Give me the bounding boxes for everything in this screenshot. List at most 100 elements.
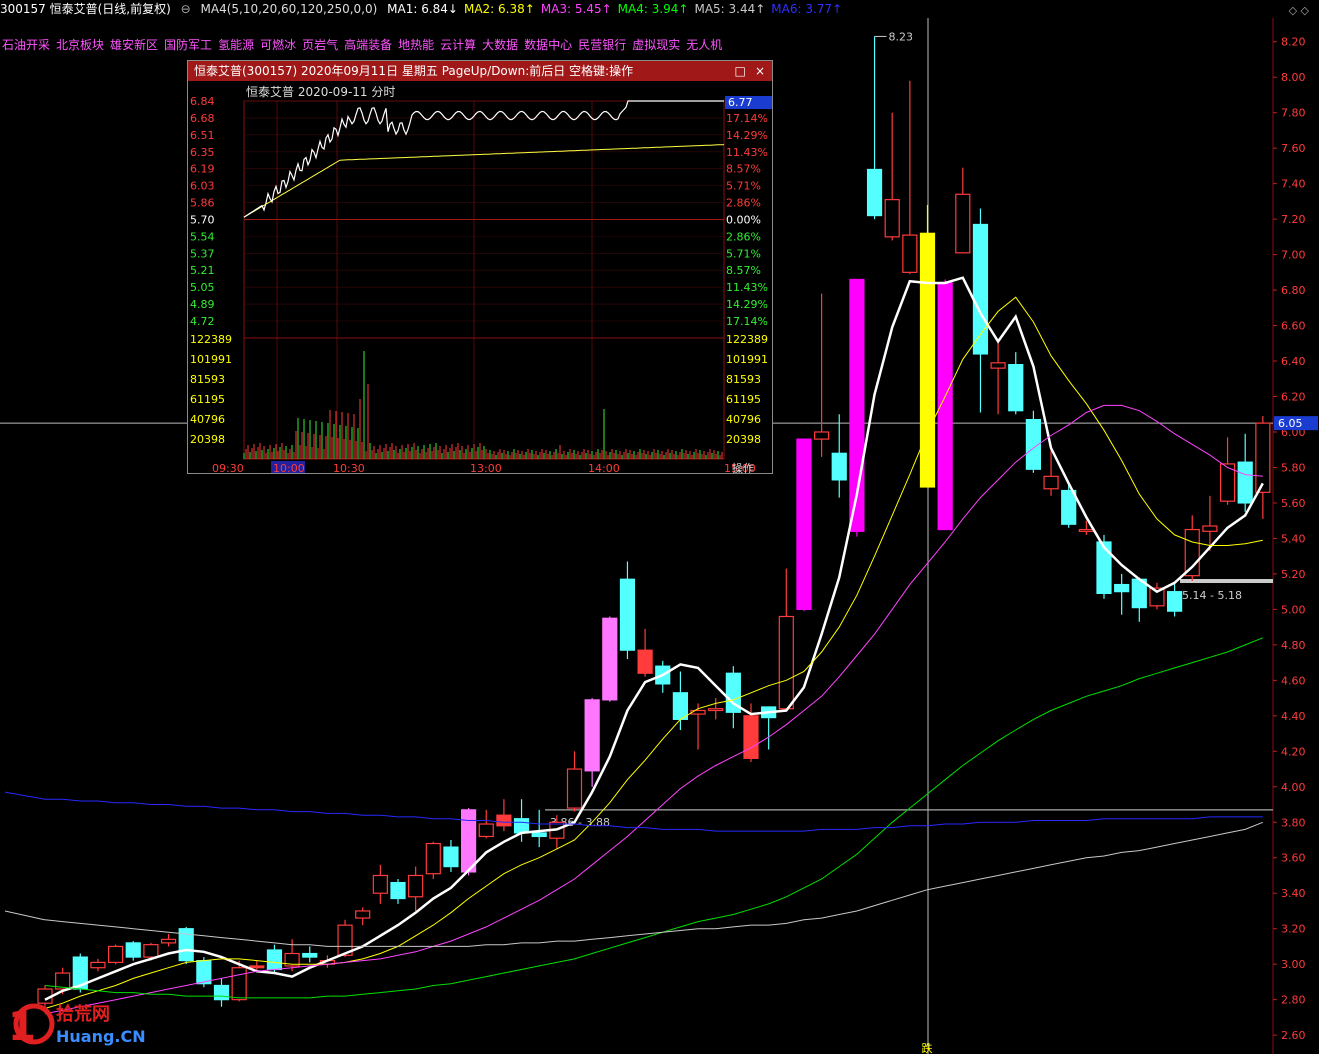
candle-body (531, 832, 547, 838)
y-tick-label: 6.20 (1281, 391, 1306, 404)
ma-line-ma6-head (4, 791, 46, 800)
popup-time-label: 10:30 (333, 462, 365, 473)
top-info-bar: 300157 恒泰艾普(日线,前复权) ⊖ MA4(5,10,20,60,120… (0, 0, 1319, 18)
y-tick-label: 2.80 (1281, 994, 1306, 1007)
y-tick-label: 7.80 (1281, 107, 1306, 120)
y-tick-label: 3.00 (1281, 958, 1306, 971)
candle-body (919, 232, 936, 488)
candle-body (443, 846, 459, 868)
candle-body (584, 699, 600, 772)
popup-price-label: 5.54 (190, 230, 215, 243)
stock-title: 300157 恒泰艾普(日线,前复权) (0, 2, 171, 16)
y-tick-label: 2.60 (1281, 1029, 1306, 1042)
candle (1219, 437, 1236, 505)
popup-price-label: 5.86 (190, 197, 215, 210)
candle (690, 703, 706, 750)
candle-body (778, 615, 794, 710)
candle (672, 671, 689, 731)
popup-price-line (243, 100, 724, 218)
y-tick-label: 3.20 (1281, 923, 1306, 936)
candle (213, 978, 230, 1007)
candle (937, 279, 953, 531)
candle-body (266, 949, 283, 971)
popup-vol-label-right: 101991 (726, 353, 768, 366)
ma-value-1: MA1: 6.84↓ (387, 2, 458, 16)
candle-body (125, 942, 141, 958)
candle-body (302, 952, 318, 958)
popup-pct-label: 0.00% (726, 213, 761, 226)
candle (990, 339, 1006, 415)
candle (866, 36, 883, 220)
popup-vol-label-right: 40796 (726, 413, 761, 426)
bottom-mark: 跌 (922, 1041, 933, 1054)
candle-body (619, 578, 636, 651)
svg-text:拾荒网: 拾荒网 (56, 1003, 110, 1025)
candle-body (813, 431, 830, 440)
candle (884, 112, 900, 241)
ma-values: MA1: 6.84↓ MA2: 6.38↑ MA3: 5.45↑ MA4: 3.94↑… (387, 2, 848, 16)
collapse-icon[interactable]: ⊖ (181, 2, 191, 16)
candle-body (566, 768, 583, 809)
y-tick-label: 5.40 (1281, 532, 1306, 545)
candle-body (866, 168, 883, 217)
ma-value-2: MA2: 6.38↑ (463, 2, 535, 16)
ma-line-ma5 (44, 821, 1263, 947)
candle (160, 934, 177, 947)
candle (531, 809, 547, 848)
candle (443, 840, 459, 872)
candle-body (107, 945, 124, 963)
candle-body (637, 649, 653, 674)
ma-line-ma6 (45, 798, 1263, 832)
high-label: 8.23 (889, 30, 914, 43)
candle (584, 698, 600, 787)
candle-body (1114, 583, 1130, 593)
popup-title-bar[interactable]: 恒泰艾普(300157) 2020年09月11日 星期五 PageUp/Down… (188, 61, 772, 81)
popup-op-label: 操作 (732, 461, 754, 473)
candle (390, 879, 406, 904)
candle-body (1184, 528, 1200, 577)
popup-vol-label: 20398 (190, 433, 225, 446)
candle-body (160, 938, 177, 944)
popup-time-label: 10:00 (273, 462, 305, 473)
popup-vol-label: 81593 (190, 373, 225, 386)
popup-pct-label: 14.29% (726, 298, 768, 311)
current-price-label: 6.05 (1278, 417, 1303, 430)
popup-vol-label-right: 122389 (726, 333, 768, 346)
ma-line-ma5-head (4, 910, 46, 921)
popup-vol-label-right: 81593 (726, 373, 761, 386)
candle (478, 809, 494, 839)
ma-value-4: MA4: 3.94↑ (617, 2, 689, 16)
popup-pct-label: 11.43% (726, 281, 768, 294)
candle-body (231, 967, 247, 1001)
ma-param-label[interactable]: MA4(5,10,20,60,120,250,0,0) (201, 2, 378, 16)
maximize-icon[interactable]: □ (732, 61, 748, 81)
popup-pct-label: 5.71% (726, 247, 761, 260)
candle-body (143, 944, 159, 958)
candle (178, 926, 194, 965)
y-tick-label: 4.80 (1281, 639, 1306, 652)
popup-current-label: 6.77 (728, 96, 753, 109)
ma-value-6: MA6: 3.77↑ (771, 2, 843, 16)
candle (637, 628, 653, 677)
candle-body (602, 617, 618, 701)
y-tick-label: 8.00 (1281, 71, 1306, 84)
range-line-2 (1180, 579, 1273, 584)
y-tick-label: 7.00 (1281, 249, 1306, 262)
popup-vol-label: 61195 (190, 393, 225, 406)
popup-price-label: 4.89 (190, 298, 215, 311)
y-tick-label: 3.60 (1281, 852, 1306, 865)
candle-body (425, 842, 441, 875)
candle-body (478, 823, 494, 838)
candle-body (902, 234, 918, 273)
intraday-popup[interactable]: 恒泰艾普(300157) 2020年09月11日 星期五 PageUp/Down… (187, 60, 773, 474)
popup-price-label: 4.72 (190, 315, 215, 328)
popup-price-label: 6.03 (190, 180, 215, 193)
y-tick-label: 6.80 (1281, 284, 1306, 297)
candle-body (955, 193, 971, 254)
candle (566, 751, 583, 812)
close-icon[interactable]: × (752, 61, 768, 81)
y-tick-label: 5.60 (1281, 497, 1306, 510)
y-tick-label: 6.40 (1281, 355, 1306, 368)
y-tick-label: 8.20 (1281, 36, 1306, 49)
candle-body (372, 874, 388, 894)
